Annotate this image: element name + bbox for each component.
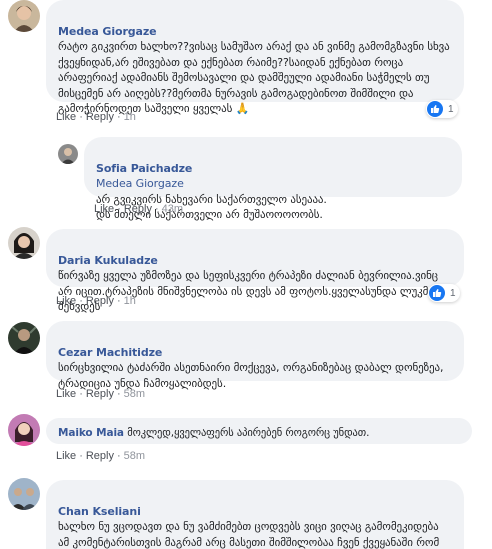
comment-text: მოკლედ,ყველაფერს აპირებენ როგორც უნდათ. (127, 427, 370, 439)
comment-time[interactable]: 58m (124, 388, 145, 400)
comment-bubble: Chan Kseliani ხალხო ნუ ვცოდავთ და ნუ ვამ… (46, 480, 464, 549)
comment-time[interactable]: 43m (162, 203, 183, 215)
comment-time[interactable]: 1h (124, 295, 136, 307)
avatar[interactable] (8, 414, 40, 446)
comment-time[interactable]: 58m (124, 450, 145, 462)
reply-link[interactable]: Reply (86, 388, 114, 400)
like-link[interactable]: Like (94, 203, 114, 215)
mention-link[interactable]: Medea Giorgaze (96, 177, 184, 190)
reply-link[interactable]: Reply (124, 203, 152, 215)
comment-bubble: Maiko Maia მოკლედ,ყველაფერს აპირებენ როგ… (46, 418, 472, 444)
comment-bubble: Cezar Machitidze სირცხვილია ტაძარში ასეთ… (46, 321, 464, 390)
comment-author[interactable]: Daria Kukuladze (58, 254, 158, 267)
reply-link[interactable]: Reply (86, 111, 114, 123)
comment-author[interactable]: Medea Giorgaze (58, 25, 157, 38)
reply-link[interactable]: Reply (86, 450, 114, 462)
thumbs-up-icon (427, 101, 443, 117)
comment-author[interactable]: Maiko Maia (58, 427, 124, 439)
comment-actions: Like · Reply · 43m (94, 203, 184, 215)
comment-actions: Like · Reply · 1h (56, 295, 136, 307)
comment-bubble: Sofia Paichadze Medea Giorgaze არ გვიკვი… (84, 137, 462, 221)
comment-bubble: Daria Kukuladze წირვაზე ყველა უზმოზეა და… (46, 229, 464, 313)
comment-text: ხალხო ნუ ვცოდავთ და ნუ ვამძიმებთ ცოდვებს… (58, 520, 440, 549)
thumbs-up-icon (429, 285, 445, 301)
comment-author[interactable]: Sofia Paichadze (96, 162, 192, 175)
like-link[interactable]: Like (56, 295, 76, 307)
comment-text: სირცხვილია ტაძარში ასეთნაირი მოქცევა, ორ… (58, 361, 444, 390)
comment-author[interactable]: Chan Kseliani (58, 505, 141, 518)
avatar[interactable] (8, 322, 40, 354)
avatar[interactable] (8, 478, 40, 510)
comment-author[interactable]: Cezar Machitidze (58, 346, 162, 359)
like-link[interactable]: Like (56, 388, 76, 400)
comment-actions: Like · Reply · 1h (56, 111, 136, 123)
avatar[interactable] (58, 144, 78, 164)
reply-link[interactable]: Reply (86, 295, 114, 307)
comment-actions: Like · Reply · 58m (56, 450, 146, 462)
reaction-count[interactable]: 1 (426, 100, 458, 118)
comment-time[interactable]: 1h (124, 111, 136, 123)
comment-actions: Like · Reply · 58m (56, 388, 146, 400)
avatar[interactable] (8, 227, 40, 259)
comment-text: რატო გიკვირთ ხალხო??ვისაც სამუშაო არაქ დ… (58, 40, 450, 115)
like-link[interactable]: Like (56, 111, 76, 123)
avatar[interactable] (8, 0, 40, 32)
like-link[interactable]: Like (56, 450, 76, 462)
reaction-count[interactable]: 1 (428, 284, 460, 302)
comment-bubble: Medea Giorgaze რატო გიკვირთ ხალხო??ვისაც… (46, 0, 464, 115)
